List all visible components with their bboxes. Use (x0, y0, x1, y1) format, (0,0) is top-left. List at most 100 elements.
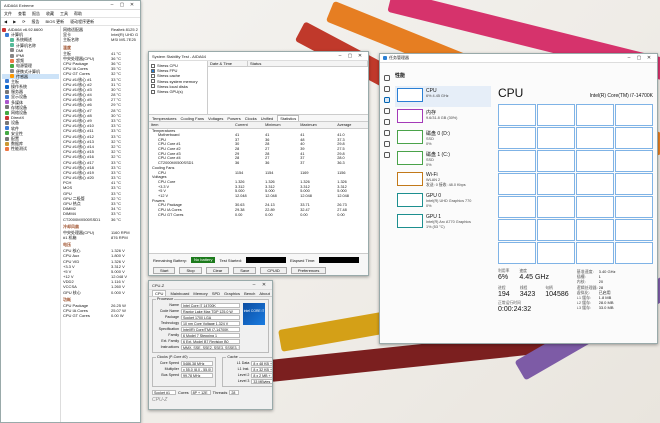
device-item[interactable]: Wi-Fi WLAN 2 发送: 0 接收: 48.0 Kbps (395, 170, 491, 191)
device-name: 内存 (426, 110, 437, 116)
device-sub: SSD 0% (426, 158, 434, 167)
menu-favorites[interactable]: 收藏 (46, 11, 54, 17)
maximize-icon[interactable]: ▢ (345, 53, 355, 59)
tab-cooling-fans[interactable]: Cooling Fans (180, 116, 204, 121)
forward-icon[interactable]: ▶ (13, 19, 16, 24)
performance-icon[interactable] (383, 97, 390, 103)
menu-file[interactable]: 文件 (4, 11, 12, 17)
cpuz-field-label: L1 Inst. (237, 367, 250, 371)
device-sub: SSD 0% (426, 137, 434, 146)
cpuz-tab-graphics[interactable]: Graphics (224, 291, 240, 296)
cores-label: Cores (178, 389, 189, 395)
refresh-icon[interactable]: ⟳ (22, 19, 25, 24)
bios-update-button[interactable]: BIOS 更新 (46, 19, 65, 25)
startup-icon[interactable] (383, 119, 390, 125)
stop-button[interactable]: Stop (179, 266, 202, 274)
hamburger-icon[interactable] (383, 75, 390, 81)
maximize-icon[interactable]: ▢ (634, 55, 644, 61)
tab-clocks[interactable]: Clocks (245, 116, 257, 121)
clear-button[interactable]: Clear (205, 266, 230, 274)
cpuz-tab-bench[interactable]: Bench (244, 291, 255, 296)
cpuz-field-label: Core Speed (159, 361, 179, 365)
device-name: 磁盘 1 (C:) (426, 152, 450, 158)
stability-title: System Stability Test - AIDA64 (152, 53, 206, 59)
sensor-value: 876 RPM (111, 234, 128, 240)
device-item[interactable]: 内存 9.6/31.8 GB (30%) (395, 107, 491, 128)
close-icon[interactable]: ✕ (259, 282, 269, 288)
config-icon (5, 136, 9, 141)
menu-view[interactable]: 查看 (18, 11, 26, 17)
minimize-icon[interactable]: – (624, 55, 634, 61)
minimize-icon[interactable]: – (249, 282, 259, 288)
device-text: 磁盘 0 (D:) SSD 0% (426, 130, 450, 146)
stat-value: 0:00:24:32 (498, 306, 532, 313)
device-item[interactable]: 磁盘 1 (C:) SSD 0% (395, 149, 491, 170)
checkbox[interactable] (151, 63, 155, 68)
close-icon[interactable]: ✕ (127, 2, 137, 8)
details-icon[interactable] (383, 141, 390, 147)
core-graph (615, 104, 653, 126)
database-icon (5, 141, 9, 146)
core-graph (498, 127, 536, 149)
tab-statistics[interactable]: Statistics (277, 115, 300, 121)
device-item[interactable]: CPU 6% 4.45 GHz (395, 86, 491, 107)
cpuid-button[interactable]: CPUID (260, 266, 287, 274)
checkbox[interactable] (151, 68, 155, 73)
taskmgr-sidebar (380, 63, 393, 343)
cpuz-tab-mainboard[interactable]: Mainboard (170, 291, 189, 296)
services-icon[interactable] (383, 152, 390, 158)
start-button[interactable]: Start (153, 266, 176, 274)
driver-update-button[interactable]: 驱动程序更新 (70, 19, 94, 25)
log-col-datetime: Date & Time (208, 61, 248, 66)
tab-unified[interactable]: Unified (261, 116, 273, 121)
minimize-icon[interactable]: – (335, 53, 345, 59)
socket-select[interactable]: Socket #1 (152, 389, 176, 395)
stress-option[interactable]: Stress GPU(s) (151, 89, 205, 94)
cpuz-titlebar: CPU-Z – ✕ (149, 281, 272, 290)
device-sparkline (397, 193, 423, 207)
core-graph (615, 196, 653, 218)
menu-help[interactable]: 帮助 (74, 11, 82, 17)
preferences-button[interactable]: Preferences (290, 266, 327, 274)
back-icon[interactable]: ◀ (4, 19, 7, 24)
cpuz-tab-cpu[interactable]: CPU (152, 290, 167, 296)
processes-icon[interactable] (383, 86, 390, 92)
report-button[interactable]: 报告 (32, 19, 40, 25)
core-graph (576, 219, 614, 241)
app-history-icon[interactable] (383, 108, 390, 114)
cpuz-tab-about[interactable]: About (259, 291, 269, 296)
device-item[interactable]: GPU 1 Intel(R) Arc A770 Graphics 1% (53 °… (395, 212, 491, 233)
maximize-icon[interactable]: ▢ (117, 2, 127, 8)
threads-label: Threads (212, 389, 228, 395)
tab-temperatures[interactable]: Temperatures (152, 116, 176, 121)
menu-report[interactable]: 报告 (32, 11, 40, 17)
tree-item[interactable]: 性能测试 (2, 146, 59, 151)
device-sparkline (397, 109, 423, 123)
tab-voltages[interactable]: Voltages (208, 116, 223, 121)
cpuz-tab-spd[interactable]: SPD (212, 291, 220, 296)
menu-tools[interactable]: 工具 (60, 11, 68, 17)
sensor-name: CPU GT Cores (63, 313, 90, 319)
save-button[interactable]: Save (233, 266, 257, 274)
cpuz-field-value: 8 x 32 KB + 12 x 64 KB (251, 366, 272, 372)
cpuz-tab-memory[interactable]: Memory (193, 291, 207, 296)
minimize-icon[interactable]: – (107, 2, 117, 8)
close-icon[interactable]: ✕ (644, 55, 654, 61)
close-icon[interactable]: ✕ (355, 53, 365, 59)
aida64-window: AIDA64 Extreme – ▢ ✕ 文件 查看 报告 收藏 工具 帮助 ◀… (0, 0, 141, 423)
device-item[interactable]: GPU 0 Intel(R) UHD Graphics 770 0% (395, 191, 491, 212)
motherboard-icon (5, 79, 9, 84)
checkbox[interactable] (151, 79, 155, 84)
tab-powers[interactable]: Powers (227, 116, 240, 121)
users-icon[interactable] (383, 130, 390, 136)
threads-value: 28 (229, 389, 240, 395)
checkbox[interactable] (151, 89, 155, 94)
sensor-row: CT2000MX500SSD1 36 °C (63, 217, 138, 222)
cpuz-field-value: 8 x 2 MB + 3 x 4 MB (251, 372, 272, 378)
checkbox[interactable] (151, 73, 155, 78)
detail-row: 主板名称 MSI MS-7E25 (63, 37, 138, 42)
checkbox[interactable] (151, 84, 155, 89)
cpu-core-graphs (498, 104, 653, 264)
device-item[interactable]: 磁盘 0 (D:) SSD 0% (395, 128, 491, 149)
checkbox-label: Stress GPU(s) (157, 88, 183, 94)
